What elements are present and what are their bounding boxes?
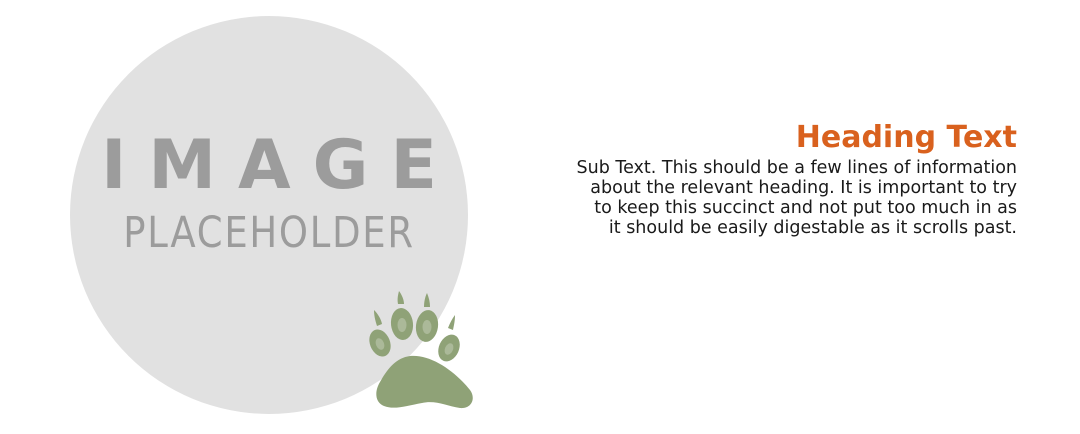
content-block: Heading Text Sub Text. This should be a …	[495, 120, 1017, 238]
heading-text: Heading Text	[795, 120, 1017, 155]
placeholder-word-placeholder: PLACEHOLDER	[123, 208, 415, 258]
sub-text-line: to keep this succinct and not put too mu…	[594, 198, 1017, 218]
sub-text-line: it should be easily digestable as it scr…	[608, 218, 1017, 238]
placeholder-word-image: IMAGE	[101, 126, 459, 205]
sub-text-line: about the relevant heading. It is import…	[590, 178, 1017, 198]
sub-text: Sub Text. This should be a few lines of …	[495, 158, 1017, 238]
paw-print-icon	[369, 291, 473, 409]
sub-text-line: Sub Text. This should be a few lines of …	[576, 158, 1017, 178]
